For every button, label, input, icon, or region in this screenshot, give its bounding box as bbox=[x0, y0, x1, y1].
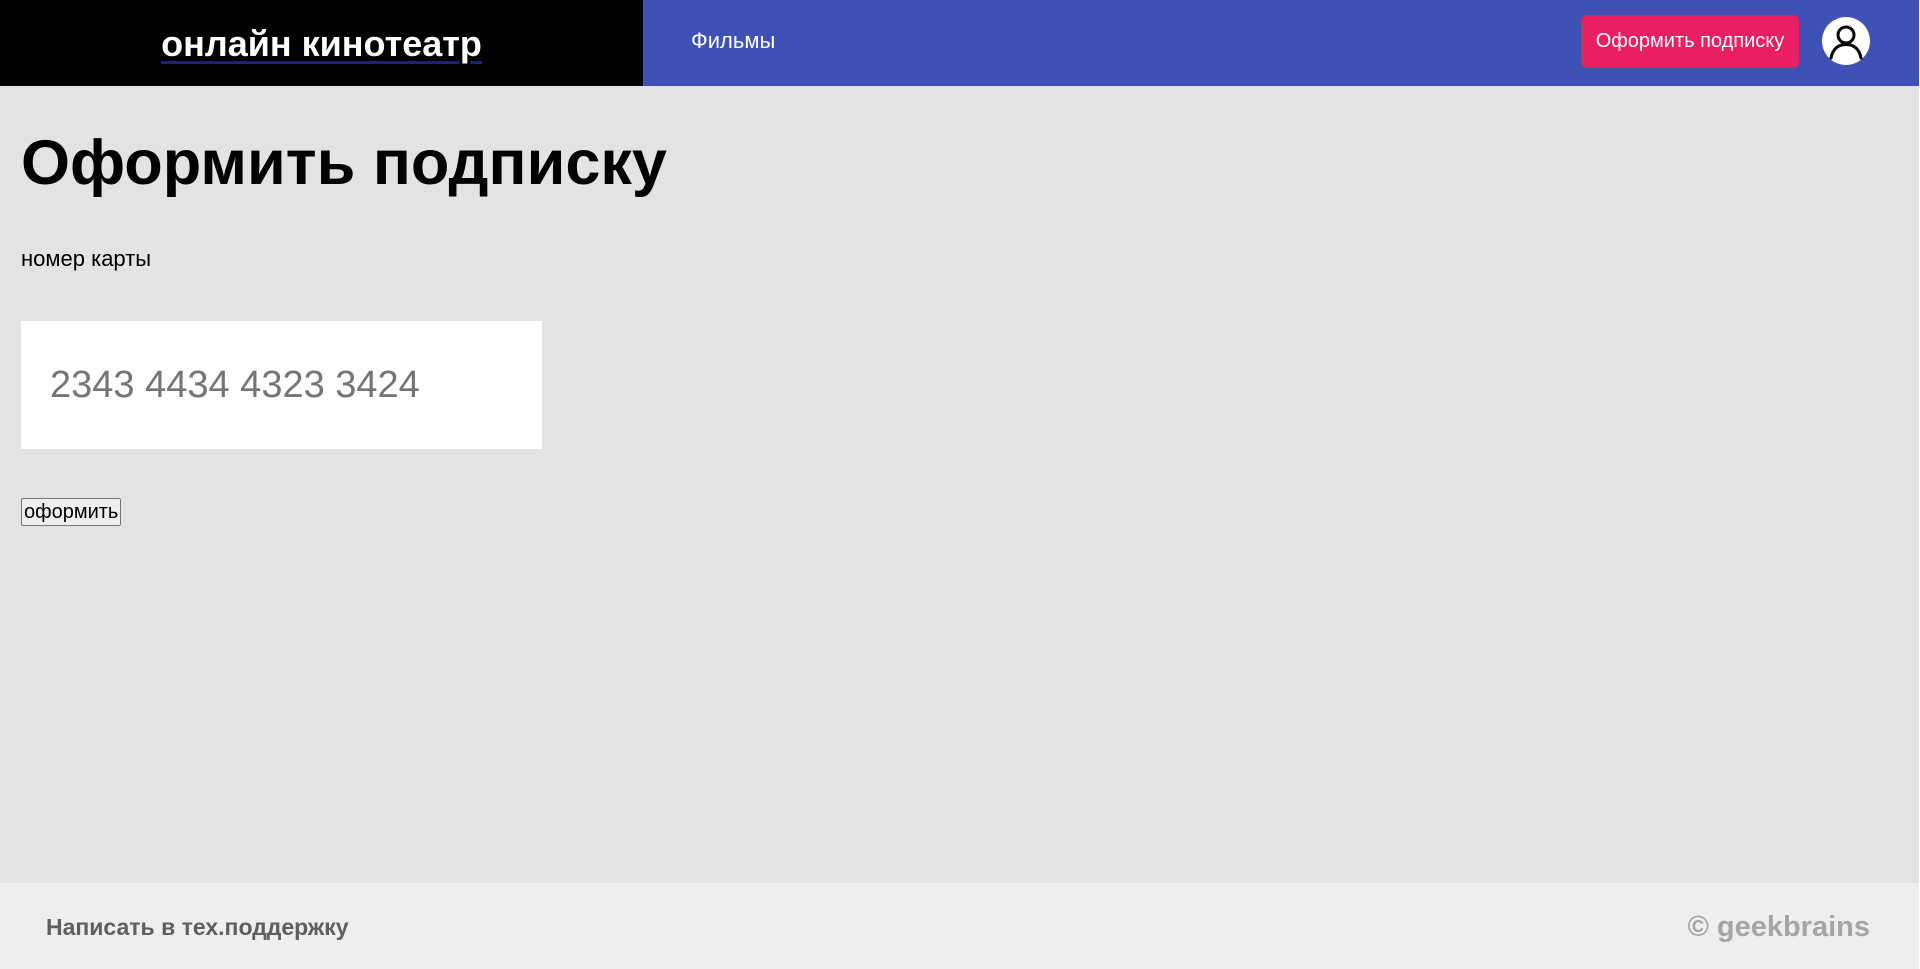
submit-subscription-button[interactable]: оформить bbox=[21, 498, 122, 526]
card-number-label: номер карты bbox=[21, 246, 152, 271]
user-avatar-icon bbox=[1829, 25, 1863, 60]
card-number-input[interactable] bbox=[21, 321, 542, 449]
logo-container: онлайн кинотеатр bbox=[0, 0, 643, 86]
avatar[interactable] bbox=[1822, 17, 1870, 65]
support-link[interactable]: Написать в тех.поддержку bbox=[46, 914, 349, 941]
page-title: Оформить подписку bbox=[21, 128, 667, 198]
copyright-text: © geekbrains bbox=[1687, 911, 1870, 943]
subscribe-button[interactable]: Оформить подписку bbox=[1581, 15, 1799, 68]
main-content: Оформить подписку номер карты оформить bbox=[0, 86, 1919, 883]
logo-link[interactable]: онлайн кинотеатр bbox=[0, 0, 643, 86]
footer: Написать в тех.поддержку © geekbrains bbox=[0, 883, 1919, 969]
top-header: онлайн кинотеатр Фильмы Оформить подписк… bbox=[0, 0, 1919, 86]
page: онлайн кинотеатр Фильмы Оформить подписк… bbox=[0, 0, 1920, 969]
nav-films-link[interactable]: Фильмы bbox=[691, 28, 775, 54]
